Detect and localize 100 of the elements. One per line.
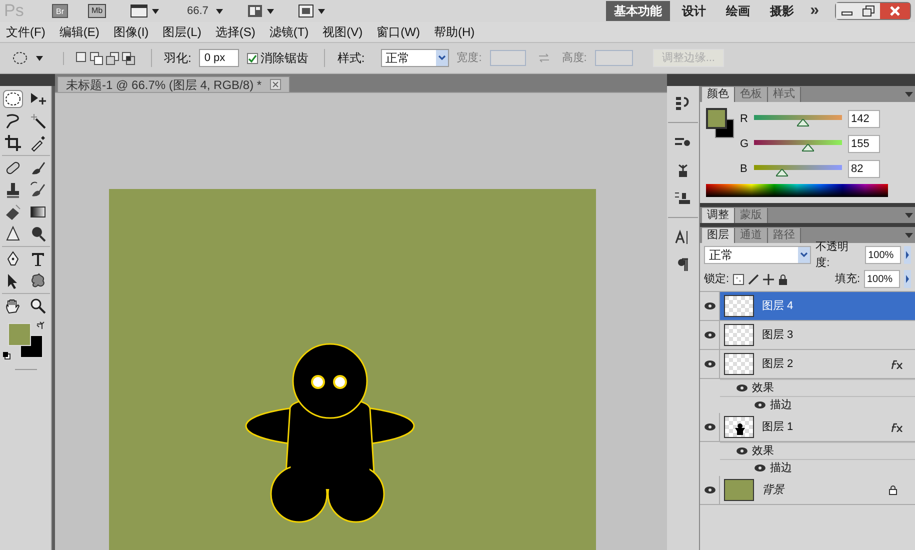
more-workspaces-button[interactable]: » [806,2,823,20]
elliptical-marquee-icon [4,90,22,108]
layer-row[interactable]: 图层 1 [700,413,915,442]
tool-button[interactable] [28,112,48,130]
caret-icon[interactable] [216,8,224,14]
panel-menu-icon[interactable] [905,213,913,219]
layer-thumbnail [724,324,754,346]
fill-label: 填充: [834,272,860,287]
view-extras-icon[interactable] [130,4,148,18]
layer-thumbnail [724,295,754,317]
effect-label[interactable]: 效果 [752,380,774,396]
close-icon[interactable] [880,3,910,19]
minimize-icon[interactable] [836,3,858,19]
layer-row[interactable]: 图层 3 [700,321,915,350]
tool-button[interactable] [28,297,48,315]
channel-value-field[interactable]: 155 [848,135,880,153]
panel-menu-icon[interactable] [905,233,913,239]
caret-icon[interactable] [36,56,43,60]
lock-all-icon[interactable] [778,274,788,284]
menu-item[interactable]: 窗口(W) [376,23,420,41]
magic-wand-icon [29,112,47,130]
screen-mode-icon[interactable] [298,4,314,18]
close-icon[interactable] [270,79,281,90]
panel-tab[interactable]: 调整 [702,208,735,223]
eye-icon[interactable] [736,384,748,392]
color-swatches-icon[interactable] [706,108,736,138]
add-selection-icon[interactable] [90,52,103,64]
panel-menu-icon[interactable] [905,92,913,98]
height-field[interactable] [594,50,633,66]
workspace-button[interactable]: 设计 [674,1,714,21]
eye-icon[interactable] [704,331,716,339]
caret-icon[interactable] [318,8,326,14]
lock-pixels-icon[interactable] [748,274,760,284]
document-tab-title: 未标题-1 @ 66.7% (图层 4, RGB/8) * [66,76,262,94]
history-brush-icon [29,181,47,199]
menu-item[interactable]: 图像(I) [113,23,149,41]
menu-item[interactable]: 帮助(H) [434,23,475,41]
effect-label[interactable]: 描边 [770,396,792,414]
antialias-checkbox[interactable] [247,52,258,64]
menu-item[interactable]: 文件(F) [6,23,46,41]
eye-icon[interactable] [704,360,716,368]
eye-icon[interactable] [754,401,766,409]
color-swatches-icon[interactable] [6,322,42,358]
eye-icon[interactable] [704,423,716,431]
effect-label[interactable]: 描边 [770,460,792,476]
workspace-button[interactable]: 摄影 [762,1,802,21]
menu-item[interactable]: 图层(L) [162,23,202,41]
panel-tab[interactable]: 颜色 [702,87,735,102]
effect-label[interactable]: 效果 [752,442,774,460]
eye-icon[interactable] [704,486,716,494]
tool-button[interactable] [3,90,23,108]
panel-header-bar [0,74,55,86]
default-colors-icon[interactable] [2,351,10,360]
eye-icon[interactable] [704,302,716,310]
blend-mode-dropdown[interactable]: 正常 [704,246,811,264]
lasso-icon [4,112,22,130]
lock-position-icon[interactable] [763,274,774,284]
zoom-level[interactable]: 66.7 [187,2,208,20]
restore-icon[interactable] [858,3,880,19]
lock-transparency-icon[interactable] [733,274,744,284]
eye-icon[interactable] [736,447,748,455]
layer-row[interactable]: 图层 2 [700,350,915,379]
new-selection-icon[interactable] [76,52,87,62]
effects-icon[interactable] [889,359,903,369]
panel-tab[interactable]: 图层 [702,228,735,243]
feather-field[interactable]: 0 px [199,49,240,67]
layer-row[interactable]: 背景 [700,476,915,505]
channel-value-field[interactable]: 82 [848,160,880,178]
caret-icon[interactable] [267,8,274,14]
tool-button[interactable] [28,181,48,199]
layer-row[interactable]: 图层 4 [700,292,915,321]
mini-bridge-button[interactable]: Mb [88,4,106,18]
menu-item[interactable]: 滤镜(T) [269,23,309,41]
subtract-selection-icon[interactable] [106,52,119,64]
channel-value-field[interactable]: 142 [848,110,880,128]
menu-item[interactable]: 视图(V) [322,23,363,41]
tool-button[interactable] [3,134,23,152]
workspace-button[interactable]: 绘画 [718,1,758,21]
crop-icon [4,134,22,152]
color-spectrum-bar[interactable] [706,184,888,197]
opacity-field[interactable]: 100% [865,246,902,264]
caret-icon[interactable] [152,8,159,14]
menu-item[interactable]: 编辑(E) [59,23,100,41]
channel-slider[interactable] [754,112,842,126]
opacity-label: 不透明度: [816,240,850,271]
document-tab[interactable]: 未标题-1 @ 66.7% (图层 4, RGB/8) * [57,76,290,92]
channel-slider[interactable] [754,162,842,176]
eye-icon[interactable] [754,464,766,472]
workspace-button[interactable]: 基本功能 [606,1,670,21]
effects-icon[interactable] [889,422,903,432]
intersect-selection-icon[interactable] [122,52,135,64]
swap-colors-icon[interactable] [36,321,44,330]
arrange-documents-icon[interactable] [247,4,264,18]
channel-slider[interactable] [754,138,842,150]
layer-name: 图层 2 [762,356,794,372]
menu-item[interactable]: 选择(S) [215,23,256,41]
fill-field[interactable]: 100% [864,270,900,288]
style-dropdown[interactable]: 正常 [380,49,449,67]
elliptical-marquee-icon[interactable] [12,51,28,65]
width-field[interactable] [490,50,526,66]
